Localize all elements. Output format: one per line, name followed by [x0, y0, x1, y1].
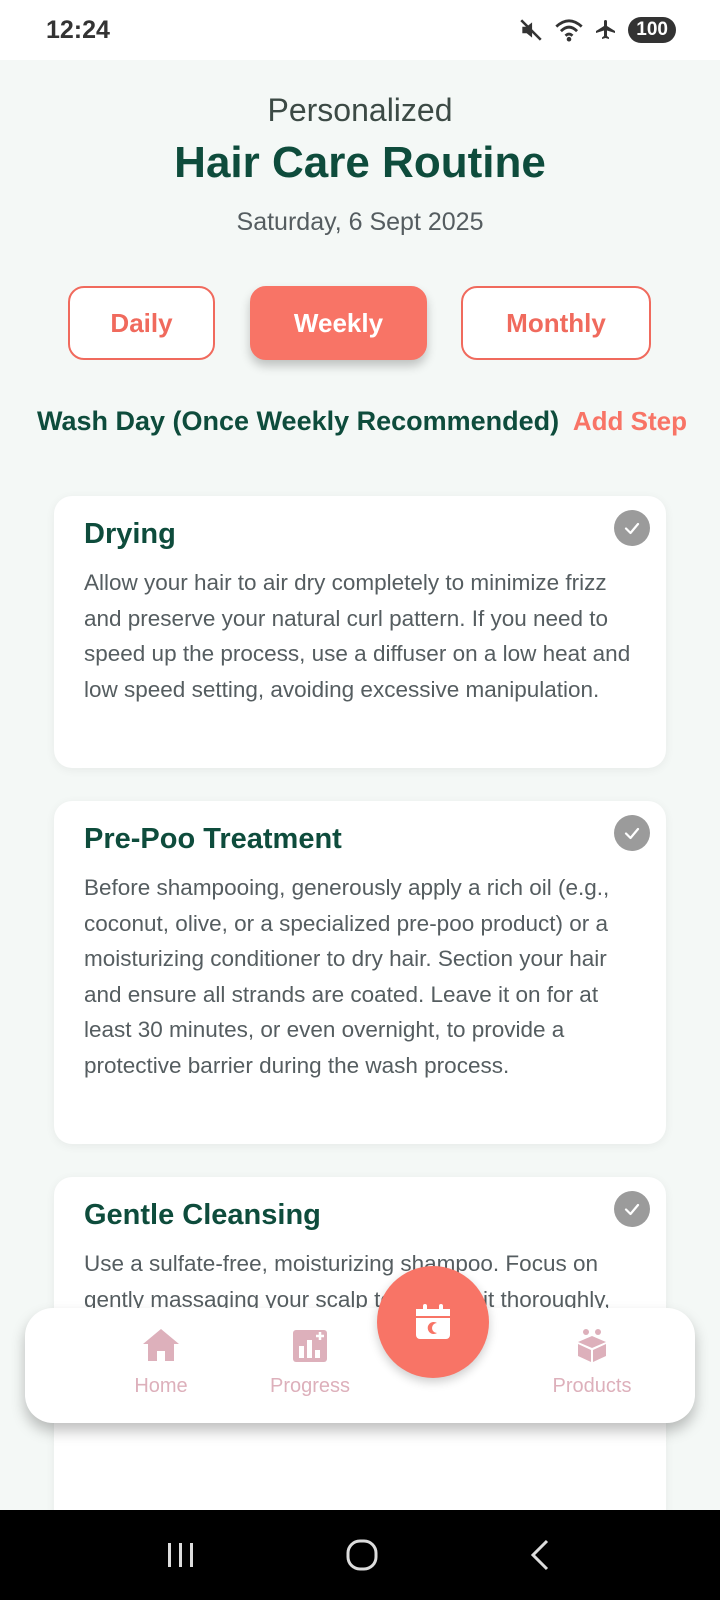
home-icon	[143, 1329, 179, 1361]
check-icon	[624, 522, 640, 535]
complete-step-button[interactable]	[614, 815, 650, 851]
bottom-nav-bar: Home Progress Products	[25, 1308, 695, 1423]
calendar-icon	[416, 1304, 450, 1339]
complete-step-button[interactable]	[614, 510, 650, 546]
routine-calendar-button[interactable]	[377, 1266, 489, 1378]
nav-progress[interactable]: Progress	[250, 1326, 370, 1398]
current-date: Saturday, 6 Sept 2025	[236, 208, 484, 236]
back-icon[interactable]	[526, 1538, 556, 1572]
card-description: Before shampooing, generously apply a ri…	[84, 875, 610, 1078]
status-time: 12:24	[46, 15, 110, 44]
status-icons: 100	[518, 17, 676, 43]
progress-chart-icon	[293, 1330, 327, 1362]
tab-daily[interactable]: Daily	[68, 286, 215, 360]
card-title: Drying	[84, 518, 176, 550]
home-button-icon[interactable]	[345, 1538, 379, 1572]
routine-screen: Personalized Hair Care Routine Saturday,…	[0, 60, 720, 1510]
page-title: Hair Care Routine	[174, 138, 546, 187]
mute-icon	[520, 19, 542, 41]
complete-step-button[interactable]	[614, 1191, 650, 1227]
battery-indicator: 100	[628, 17, 676, 43]
section-title: Wash Day (Once Weekly Recommended)	[37, 406, 560, 436]
nav-products[interactable]: Products	[532, 1326, 652, 1398]
add-step-button[interactable]: Add Step	[573, 406, 687, 437]
wifi-icon	[555, 19, 583, 42]
card-title: Gentle Cleansing	[84, 1199, 321, 1231]
tab-weekly[interactable]: Weekly	[250, 286, 427, 360]
card-description: Allow your hair to air dry completely to…	[84, 570, 631, 702]
recent-apps-icon[interactable]	[164, 1540, 198, 1570]
nav-home-label: Home	[134, 1375, 188, 1397]
nav-products-label: Products	[552, 1375, 632, 1397]
system-nav-bar	[0, 1510, 720, 1600]
status-bar: 12:24 100	[0, 0, 720, 60]
check-icon	[624, 827, 640, 840]
section-header: Wash Day (Once Weekly Recommended) Add S…	[37, 406, 687, 437]
tab-monthly[interactable]: Monthly	[461, 286, 651, 360]
nav-progress-label: Progress	[269, 1375, 351, 1397]
card-title: Pre-Poo Treatment	[84, 823, 342, 855]
nav-home[interactable]: Home	[101, 1326, 221, 1398]
airplane-icon	[596, 20, 616, 39]
products-box-icon	[578, 1329, 606, 1362]
routine-card: Drying Allow your hair to air dry comple…	[54, 496, 666, 768]
routine-card: Pre-Poo Treatment Before shampooing, gen…	[54, 801, 666, 1144]
page-subtitle: Personalized	[267, 92, 453, 128]
check-icon	[624, 1203, 640, 1216]
